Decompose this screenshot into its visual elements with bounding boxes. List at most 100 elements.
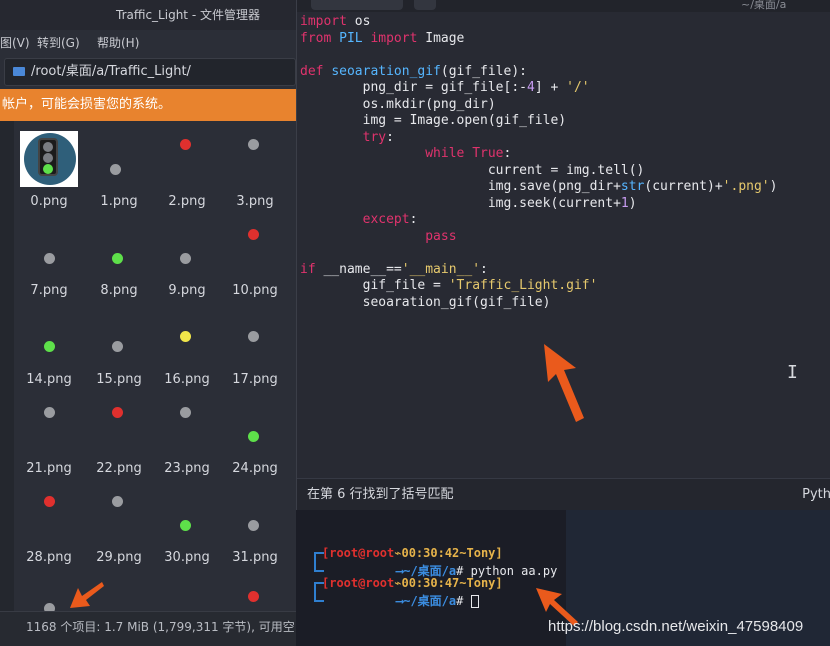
image-thumbnail xyxy=(44,341,55,352)
watermark: https://blog.csdn.net/weixin_47598409 xyxy=(548,618,804,635)
image-thumbnail xyxy=(112,496,123,507)
code-line: pass xyxy=(425,228,457,244)
file-name: 14.png xyxy=(26,372,72,387)
file-name: 31.png xyxy=(232,550,278,565)
file-name: 15.png xyxy=(96,372,142,387)
code-line: png_dir = gif_file[:-4] + '/' xyxy=(300,80,590,95)
terminal-cursor xyxy=(470,595,479,608)
prompt-bracket xyxy=(314,592,324,602)
root-warning-banner: 帐户，可能会损害您的系统。 xyxy=(0,89,300,121)
file-item[interactable]: 16.png xyxy=(152,299,222,387)
code-line: gif_file = 'Traffic_Light.gif' xyxy=(300,278,598,293)
image-thumbnail xyxy=(110,164,121,175)
menu-go[interactable]: 转到(G) xyxy=(37,30,80,56)
file-item[interactable]: 15.png xyxy=(84,299,154,387)
file-name: 23.png xyxy=(164,461,210,476)
file-name: 7.png xyxy=(30,283,68,298)
file-item[interactable]: 24.png xyxy=(220,388,290,476)
location-path: /root/桌面/a/Traffic_Light/ xyxy=(31,64,191,79)
image-thumbnail xyxy=(180,520,191,531)
file-item[interactable]: 29.png xyxy=(84,477,154,565)
file-name: 2.png xyxy=(168,194,206,209)
image-thumbnail xyxy=(248,139,259,150)
file-item[interactable]: 7.png xyxy=(14,210,84,298)
location-bar[interactable]: /root/桌面/a/Traffic_Light/ xyxy=(4,58,296,86)
status-message: 在第 6 行找到了括号匹配 xyxy=(307,487,454,502)
prompt-line: [root@root⌁00:30:47~Tony] xyxy=(322,576,503,590)
file-item[interactable]: 22.png xyxy=(84,388,154,476)
file-name: 1.png xyxy=(100,194,138,209)
command-line: ⟶~/桌面/a# xyxy=(396,592,479,609)
file-name: 0.png xyxy=(30,194,68,209)
file-name: 8.png xyxy=(100,283,138,298)
code-area[interactable]: import os from PIL import Image def seoar… xyxy=(300,14,828,311)
editor-toolbar: ~/桌面/a xyxy=(297,0,830,12)
file-item[interactable]: 14.png xyxy=(14,299,84,387)
traffic-light-thumbnail xyxy=(20,131,80,189)
language-selector[interactable]: Pyth xyxy=(802,479,830,511)
file-item[interactable]: 8.png xyxy=(84,210,154,298)
image-thumbnail xyxy=(248,431,259,442)
image-thumbnail xyxy=(180,407,191,418)
file-grid: 0.png 1.png 2.png 3.png 7.png 8.png 9.png 10.pn… xyxy=(14,121,300,611)
file-item[interactable]: 0.png xyxy=(14,121,84,209)
file-item[interactable]: 30.png xyxy=(152,477,222,565)
file-name: 9.png xyxy=(168,283,206,298)
code-line: def seoaration_gif(gif_file): xyxy=(300,63,527,79)
file-item[interactable]: 3.png xyxy=(220,121,290,209)
image-thumbnail xyxy=(248,331,259,342)
code-line: os.mkdir(png_dir) xyxy=(300,96,496,112)
code-line: seoaration_gif(gif_file) xyxy=(300,294,551,310)
open-button[interactable] xyxy=(311,0,403,10)
file-name: 17.png xyxy=(232,372,278,387)
text-editor-window: ~/桌面/a import os from PIL import Image de… xyxy=(296,0,830,510)
code-line: img.seek(current+1) xyxy=(300,195,637,211)
file-name: 24.png xyxy=(232,461,278,476)
code-line: if __name__=='__main__': xyxy=(300,261,488,277)
image-thumbnail xyxy=(180,139,191,150)
file-item[interactable]: 1.png xyxy=(84,121,154,209)
file-name: 30.png xyxy=(164,550,210,565)
code-line: while True: xyxy=(425,146,512,161)
code-line: import os xyxy=(300,14,371,29)
file-name: 29.png xyxy=(96,550,142,565)
image-thumbnail xyxy=(44,407,55,418)
prompt-bracket xyxy=(314,562,324,572)
new-tab-button[interactable] xyxy=(414,0,436,10)
menu-bar: 图(V) 转到(G) 帮助(H) xyxy=(0,30,300,56)
file-item[interactable]: 10.png xyxy=(220,210,290,298)
file-item[interactable]: 2.png xyxy=(152,121,222,209)
code-line: img.save(png_dir+str(current)+'.png') xyxy=(300,179,778,194)
file-item[interactable]: 9.png xyxy=(152,210,222,298)
code-line: from PIL import Image xyxy=(300,30,465,46)
editor-status-bar: 在第 6 行找到了括号匹配 Pyth xyxy=(297,478,830,510)
sidebar-edge xyxy=(0,121,14,611)
image-thumbnail xyxy=(248,591,259,602)
code-line: except: xyxy=(362,212,418,227)
file-item[interactable]: 17.png xyxy=(220,299,290,387)
menu-view[interactable]: 图(V) xyxy=(0,30,30,56)
annotation-arrow-icon xyxy=(70,582,104,608)
file-item[interactable]: 21.png xyxy=(14,388,84,476)
mouse-cursor-icon: I xyxy=(787,362,798,383)
image-thumbnail xyxy=(248,520,259,531)
editor-subtitle: ~/桌面/a xyxy=(741,0,787,11)
file-name: 28.png xyxy=(26,550,72,565)
image-thumbnail xyxy=(112,253,123,264)
file-item[interactable]: 31.png xyxy=(220,477,290,565)
file-name: 22.png xyxy=(96,461,142,476)
code-line: img = Image.open(gif_file) xyxy=(300,113,567,128)
image-thumbnail xyxy=(44,603,55,611)
file-name: 21.png xyxy=(26,461,72,476)
file-item[interactable]: 23.png xyxy=(152,388,222,476)
code-line: try: xyxy=(362,129,394,145)
file-item[interactable]: 28.png xyxy=(14,477,84,565)
image-thumbnail xyxy=(112,341,123,352)
image-thumbnail xyxy=(248,229,259,240)
code-line: current = img.tell() xyxy=(300,162,645,178)
menu-help[interactable]: 帮助(H) xyxy=(97,30,139,56)
folder-icon xyxy=(13,67,25,76)
image-thumbnail xyxy=(180,331,191,342)
